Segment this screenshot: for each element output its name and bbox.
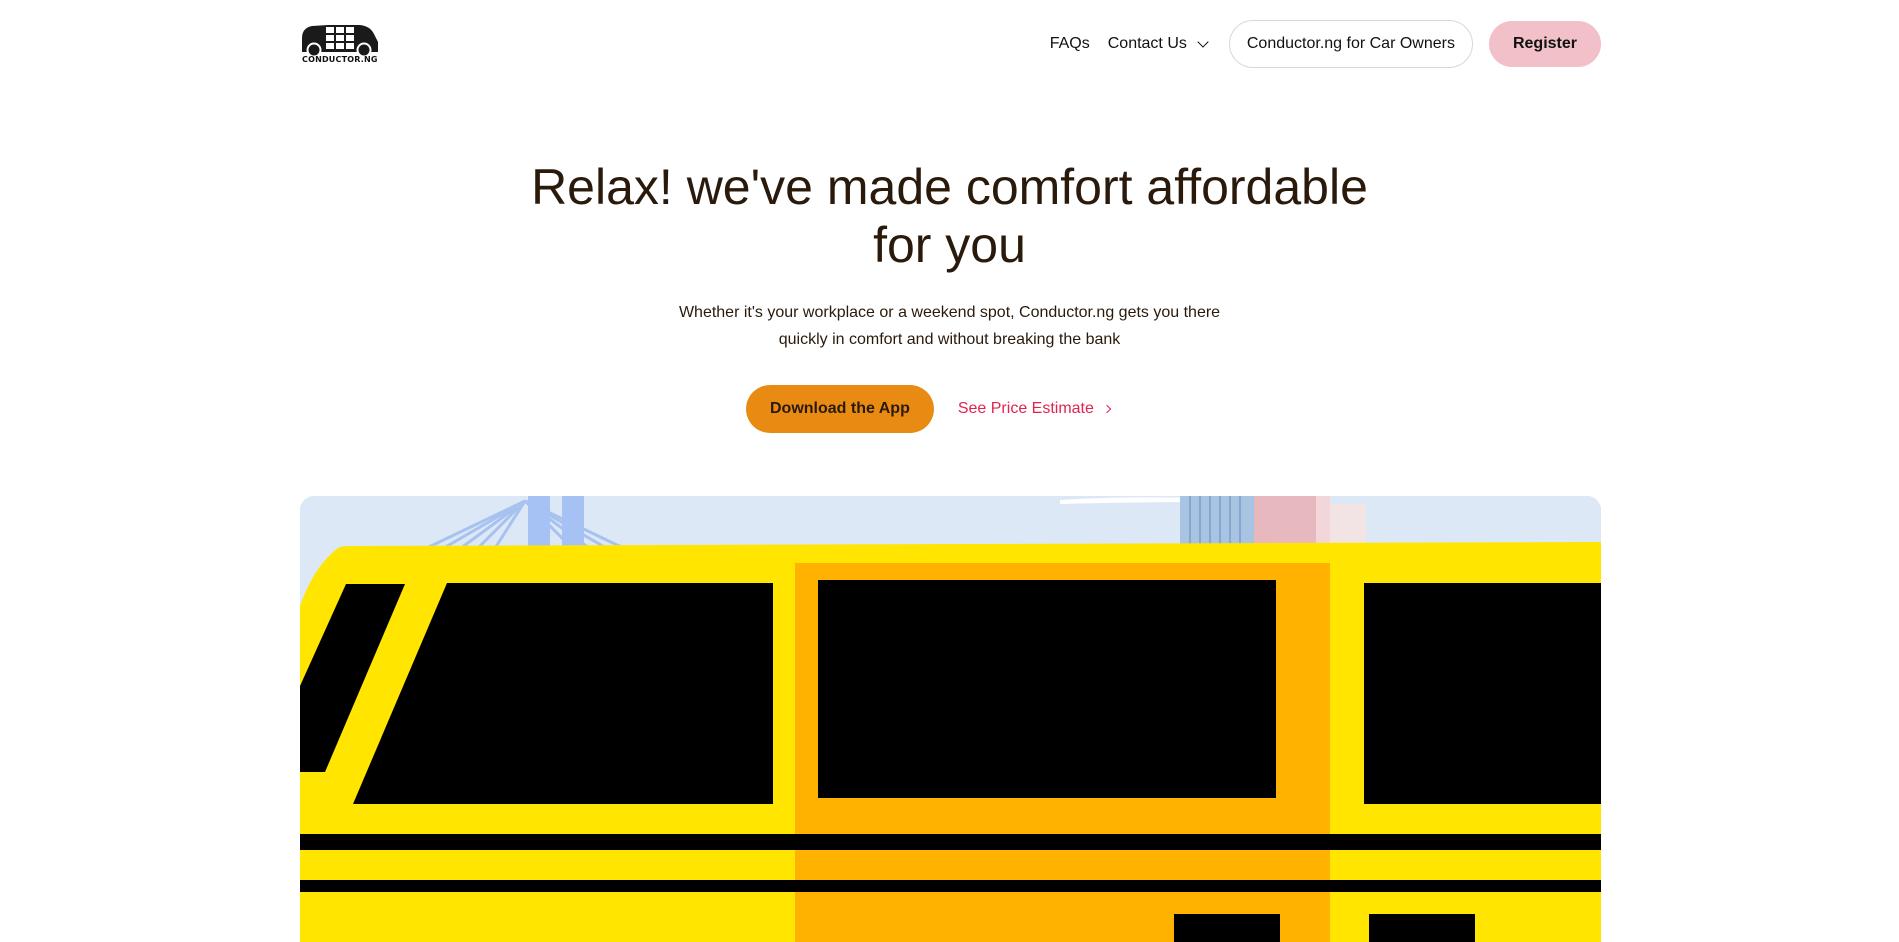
site-header: CONDUCTOR.NG FAQs Contact Us Conductor.n… bbox=[0, 0, 1899, 90]
hero-title-line1: Relax! we've made comfort affordable bbox=[531, 159, 1368, 215]
price-estimate-label: See Price Estimate bbox=[957, 400, 1094, 417]
hero-title-line2: for you bbox=[873, 217, 1026, 273]
car-owners-button[interactable]: Conductor.ng for Car Owners bbox=[1228, 20, 1473, 68]
nav-contact-dropdown[interactable]: Contact Us bbox=[1107, 35, 1209, 53]
hero-subtitle-line1: Whether it's your workplace or a weekend… bbox=[678, 304, 1221, 321]
register-button[interactable]: Register bbox=[1488, 21, 1601, 67]
hero-title: Relax! we've made comfort affordable for… bbox=[0, 158, 1899, 274]
logo[interactable]: CONDUCTOR.NG bbox=[300, 22, 380, 66]
download-app-button[interactable]: Download the App bbox=[746, 385, 934, 433]
bus-illustration-graphic bbox=[300, 496, 1601, 942]
hero-subtitle-line2: quickly in comfort and without breaking … bbox=[778, 331, 1121, 348]
hero-subtitle: Whether it's your workplace or a weekend… bbox=[0, 299, 1899, 353]
logo-wordmark: CONDUCTOR.NG bbox=[302, 55, 378, 64]
price-estimate-link[interactable]: See Price Estimate bbox=[957, 400, 1112, 418]
hero-cta-row: Download the App See Price Estimate bbox=[746, 385, 1112, 433]
hero-bus-illustration bbox=[300, 496, 1601, 942]
chevron-right-icon bbox=[1102, 404, 1112, 414]
page: CONDUCTOR.NG FAQs Contact Us Conductor.n… bbox=[0, 0, 1899, 942]
main-nav: FAQs Contact Us Conductor.ng for Car Own… bbox=[1050, 20, 1601, 68]
logo-bus-icon bbox=[302, 25, 378, 56]
nav-faqs-link[interactable]: FAQs bbox=[1050, 35, 1090, 53]
nav-contact-label: Contact Us bbox=[1107, 35, 1187, 52]
chevron-down-icon bbox=[1197, 36, 1209, 48]
